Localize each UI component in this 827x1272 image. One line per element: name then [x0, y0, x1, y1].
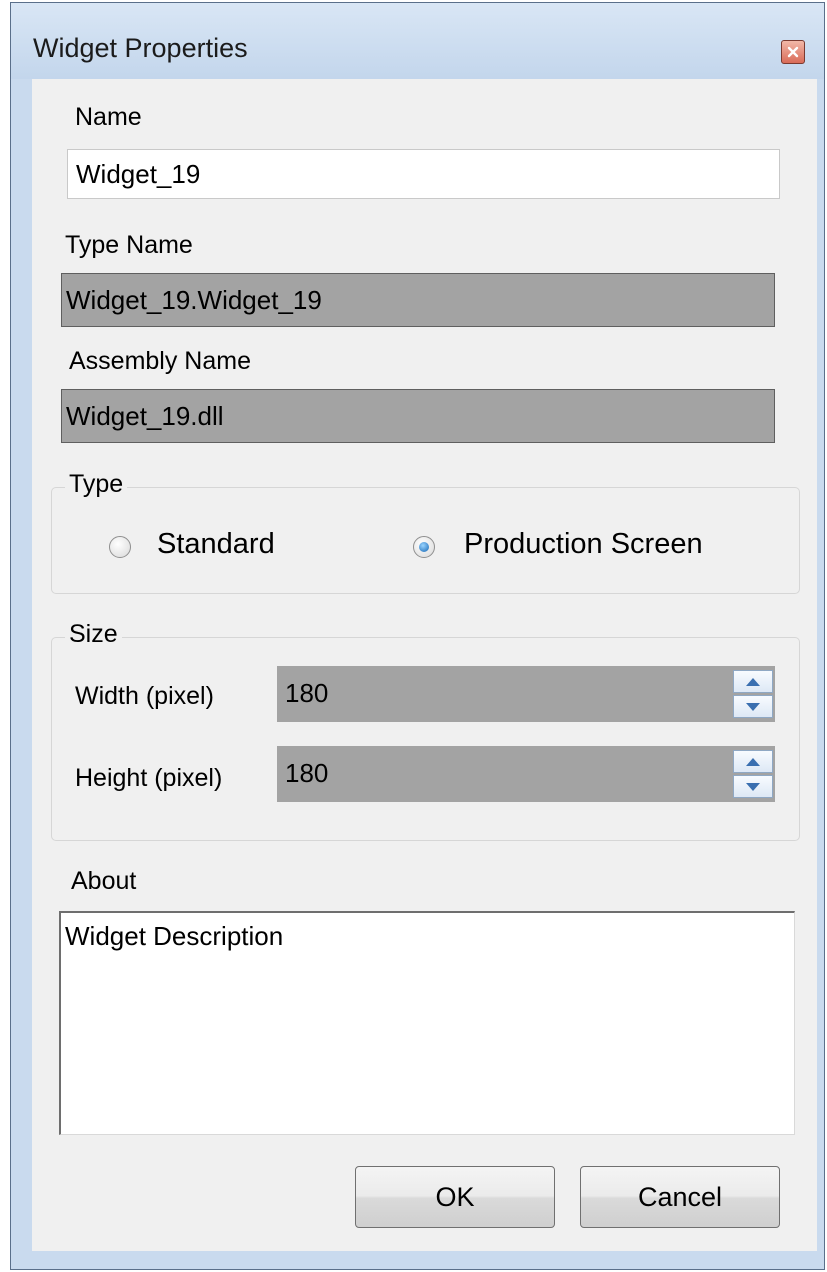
height-spin-down-button[interactable] — [733, 775, 773, 798]
width-spin-down-button[interactable] — [733, 695, 773, 718]
height-spin-up-button[interactable] — [733, 750, 773, 773]
spin-down-arrow-icon — [746, 702, 760, 711]
height-value[interactable]: 180 — [285, 758, 328, 789]
name-input[interactable]: Widget_19 — [67, 149, 780, 199]
dialog-title: Widget Properties — [33, 33, 248, 63]
about-textarea[interactable]: Widget Description — [59, 911, 795, 1135]
size-group-legend: Size — [65, 620, 122, 649]
standard-radio-label[interactable]: Standard — [157, 528, 275, 561]
width-spinner[interactable]: 180 — [277, 666, 775, 722]
title-bar: Widget Properties — [11, 3, 824, 79]
type-group-legend: Type — [65, 470, 128, 499]
width-value[interactable]: 180 — [285, 678, 328, 709]
about-label: About — [71, 867, 137, 895]
production-screen-radio-label[interactable]: Production Screen — [464, 528, 703, 561]
close-button[interactable] — [781, 40, 805, 64]
widget-properties-dialog: Widget Properties Name Widget_19 Type Na… — [10, 2, 825, 1270]
type-name-field: Widget_19.Widget_19 — [61, 273, 775, 327]
close-icon — [787, 46, 799, 58]
width-label: Width (pixel) — [75, 682, 214, 710]
production-screen-radio[interactable] — [413, 536, 435, 558]
height-label: Height (pixel) — [75, 764, 223, 792]
height-spin-buttons — [733, 750, 773, 798]
assembly-name-label: Assembly Name — [69, 347, 251, 375]
type-name-label: Type Name — [65, 231, 193, 259]
spin-up-arrow-icon — [746, 757, 760, 766]
width-spin-up-button[interactable] — [733, 670, 773, 693]
size-group: Size Width (pixel) 180 Height (pixel) 18… — [51, 620, 800, 841]
cancel-button[interactable]: Cancel — [580, 1166, 780, 1228]
width-spin-buttons — [733, 670, 773, 718]
spin-up-arrow-icon — [746, 677, 760, 686]
assembly-name-field: Widget_19.dll — [61, 389, 775, 443]
spin-down-arrow-icon — [746, 782, 760, 791]
name-label: Name — [75, 103, 142, 131]
standard-radio[interactable] — [109, 536, 131, 558]
type-group: Type Standard Production Screen — [51, 470, 800, 594]
dialog-body: Name Widget_19 Type Name Widget_19.Widge… — [32, 79, 817, 1251]
height-spinner[interactable]: 180 — [277, 746, 775, 802]
ok-button[interactable]: OK — [355, 1166, 555, 1228]
